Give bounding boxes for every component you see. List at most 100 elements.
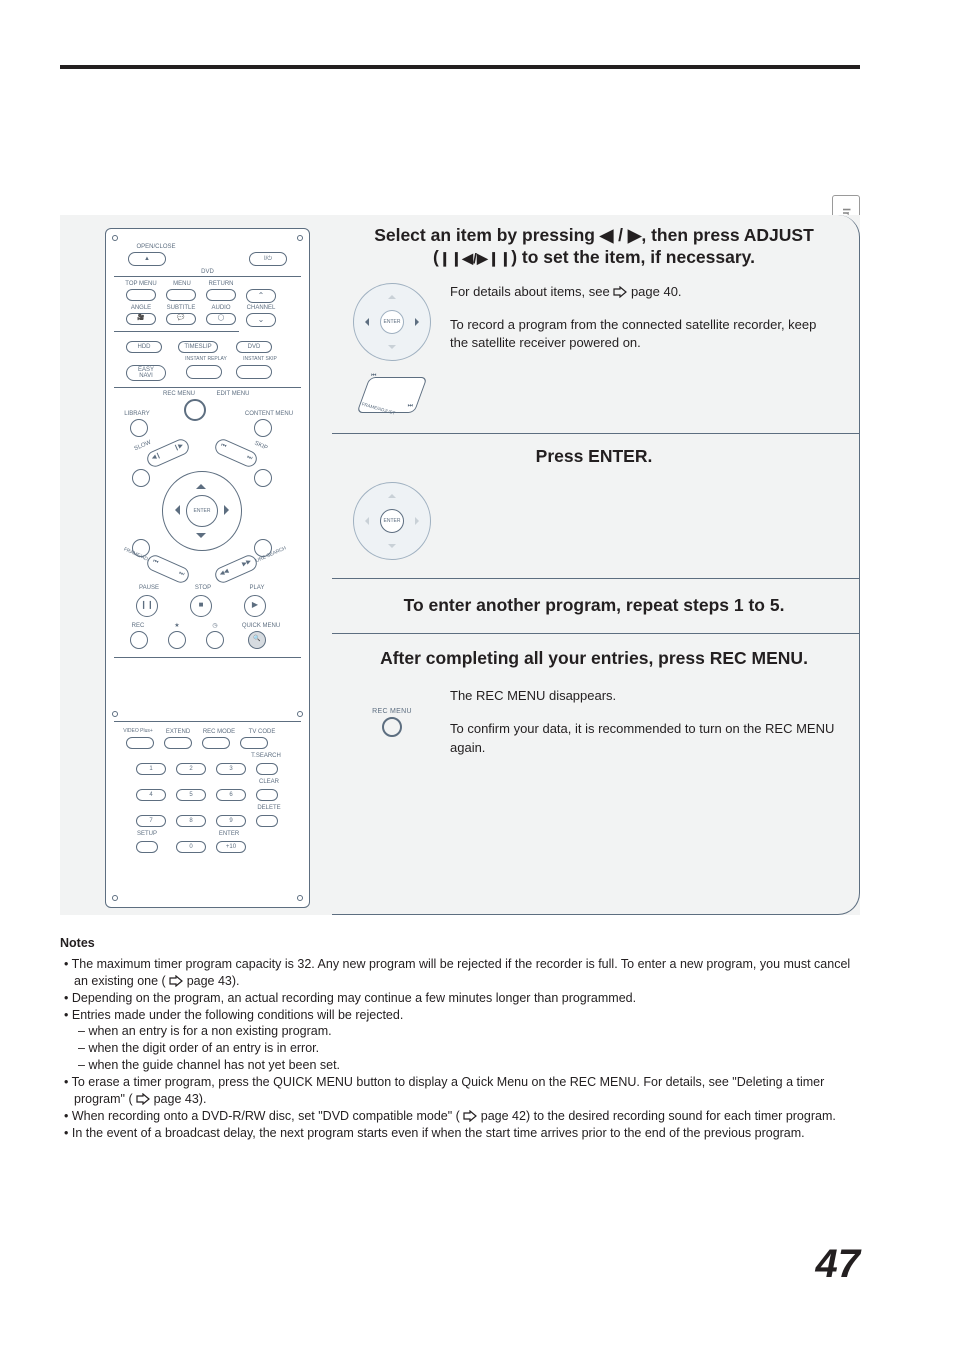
library-label: LIBRARY	[120, 411, 154, 417]
dpad-illustration: ENTER	[353, 482, 431, 560]
digit-5: 5	[176, 789, 206, 801]
rec-label: REC	[128, 623, 148, 629]
note-item: In the event of a broadcast delay, the n…	[60, 1125, 860, 1142]
content-area: IntroductionRecordingPlaybackEditingLibr…	[60, 65, 860, 1287]
play-label: PLAY	[242, 585, 272, 591]
angle-label: ANGLE	[124, 305, 158, 311]
divider	[114, 331, 239, 332]
channel-down-button: ⌄	[246, 313, 276, 327]
dpad: ENTER	[152, 461, 252, 561]
channel-label: CHANNEL	[244, 305, 278, 311]
step-4-illust: ENTER ⏮ ⏭ FRAME/ADJUST	[352, 283, 432, 419]
step-5-illust: ENTER	[352, 482, 432, 560]
frame-adjust-illustration: ⏮ ⏭ FRAME/ADJUST	[363, 371, 421, 419]
enter-label: ENTER	[214, 831, 244, 837]
note-item: When recording onto a DVD-R/RW disc, set…	[60, 1108, 860, 1125]
library-button	[130, 419, 148, 437]
divider	[114, 276, 301, 277]
quick-menu-button: 🔍	[248, 631, 266, 649]
power-button: I/⏻	[249, 252, 287, 266]
rec-menu-label: REC MENU	[156, 391, 202, 397]
top-rule	[60, 65, 860, 69]
remote-illustration-wrap: OPEN/CLOSE ▲ I/⏻ DVD TOP MENU MENU RETUR…	[105, 228, 310, 908]
audio-button: ◯	[206, 313, 236, 325]
star-button	[168, 631, 186, 649]
digit-9: 9	[216, 815, 246, 827]
digit-7: 7	[136, 815, 166, 827]
edit-menu-label: EDIT MENU	[210, 391, 256, 397]
skip-label: SKIP	[253, 440, 268, 451]
digit-2: 2	[176, 763, 206, 775]
digit-3: 3	[216, 763, 246, 775]
note-subitem: when the digit order of an entry is in e…	[60, 1040, 860, 1057]
extend-label: EXTEND	[162, 729, 194, 735]
notes-heading: Notes	[60, 935, 860, 952]
screw-icon	[112, 895, 118, 901]
digit-plus-10: +10	[216, 841, 246, 853]
pause-button: ❙❙	[136, 595, 158, 617]
angle-button: 🎥	[126, 313, 156, 325]
timeslip-button: TIMESLIP	[178, 341, 218, 353]
corner-button	[254, 469, 272, 487]
delete-button	[256, 815, 278, 827]
screw-icon	[297, 235, 303, 241]
divider	[114, 657, 301, 658]
top-menu-button	[126, 289, 156, 301]
t-search-label: T.SEARCH	[246, 753, 286, 759]
slow-label: SLOW	[134, 440, 153, 453]
menu-label: MENU	[168, 281, 196, 287]
screw-icon	[297, 895, 303, 901]
subtitle-button: 💬	[166, 313, 196, 325]
quick-menu-label: QUICK MENU	[236, 623, 286, 629]
delete-label: DELETE	[254, 805, 284, 811]
video-plus-button	[126, 737, 154, 749]
digit-4: 4	[136, 789, 166, 801]
note-item: To erase a timer program, press the QUIC…	[60, 1074, 860, 1108]
notes-section: Notes The maximum timer program capacity…	[60, 935, 860, 1142]
subtitle-label: SUBTITLE	[162, 305, 200, 311]
stop-button: ■	[190, 595, 212, 617]
tv-code-button	[240, 737, 268, 749]
dpad-illustration: ENTER	[353, 283, 431, 361]
clear-button	[256, 789, 278, 801]
screw-icon	[112, 711, 118, 717]
screw-icon	[112, 235, 118, 241]
setup-label: SETUP	[132, 831, 162, 837]
channel-up-button: ⌃	[246, 289, 276, 303]
page-ref-icon	[463, 1110, 477, 1122]
easy-navi-button: EASY NAVI	[126, 365, 166, 381]
t-search-button	[256, 763, 278, 775]
digit-1: 1	[136, 763, 166, 775]
divider	[114, 387, 301, 388]
open-close-button: ▲	[128, 252, 166, 266]
digit-8: 8	[176, 815, 206, 827]
menu-button	[166, 289, 196, 301]
instant-skip-label: INSTANT SKIP	[238, 357, 282, 362]
notes-list: The maximum timer program capacity is 32…	[60, 956, 860, 1142]
note-item: Depending on the program, an actual reco…	[60, 990, 860, 1007]
stop-label: STOP	[188, 585, 218, 591]
content-menu-button	[254, 419, 272, 437]
instant-replay-label: INSTANT REPLAY	[176, 357, 236, 362]
instruction-panel: OPEN/CLOSE ▲ I/⏻ DVD TOP MENU MENU RETUR…	[60, 215, 860, 915]
instant-skip-button	[236, 365, 272, 379]
note-item: The maximum timer program capacity is 32…	[60, 956, 860, 990]
note-subitem: when the guide channel has not yet been …	[60, 1057, 860, 1074]
rec-button	[130, 631, 148, 649]
extend-button	[164, 737, 192, 749]
tv-code-label: TV CODE	[244, 729, 280, 735]
clear-label: CLEAR	[254, 779, 284, 785]
divider	[114, 721, 301, 722]
rec-mode-label: REC MODE	[198, 729, 240, 735]
audio-label: AUDIO	[204, 305, 238, 311]
page: IntroductionRecordingPlaybackEditingLibr…	[0, 0, 954, 1350]
hdd-button: HDD	[126, 341, 162, 353]
note-subitem: when an entry is for a non existing prog…	[60, 1023, 860, 1040]
setup-button	[136, 841, 158, 853]
steps-panel: Select an item by pressing ◀ / ▶, then p…	[332, 215, 860, 915]
play-button: ▶	[244, 595, 266, 617]
corner-button	[132, 469, 150, 487]
page-ref-icon	[136, 1093, 150, 1105]
instant-replay-button	[186, 365, 222, 379]
rec-menu-button	[184, 399, 206, 421]
